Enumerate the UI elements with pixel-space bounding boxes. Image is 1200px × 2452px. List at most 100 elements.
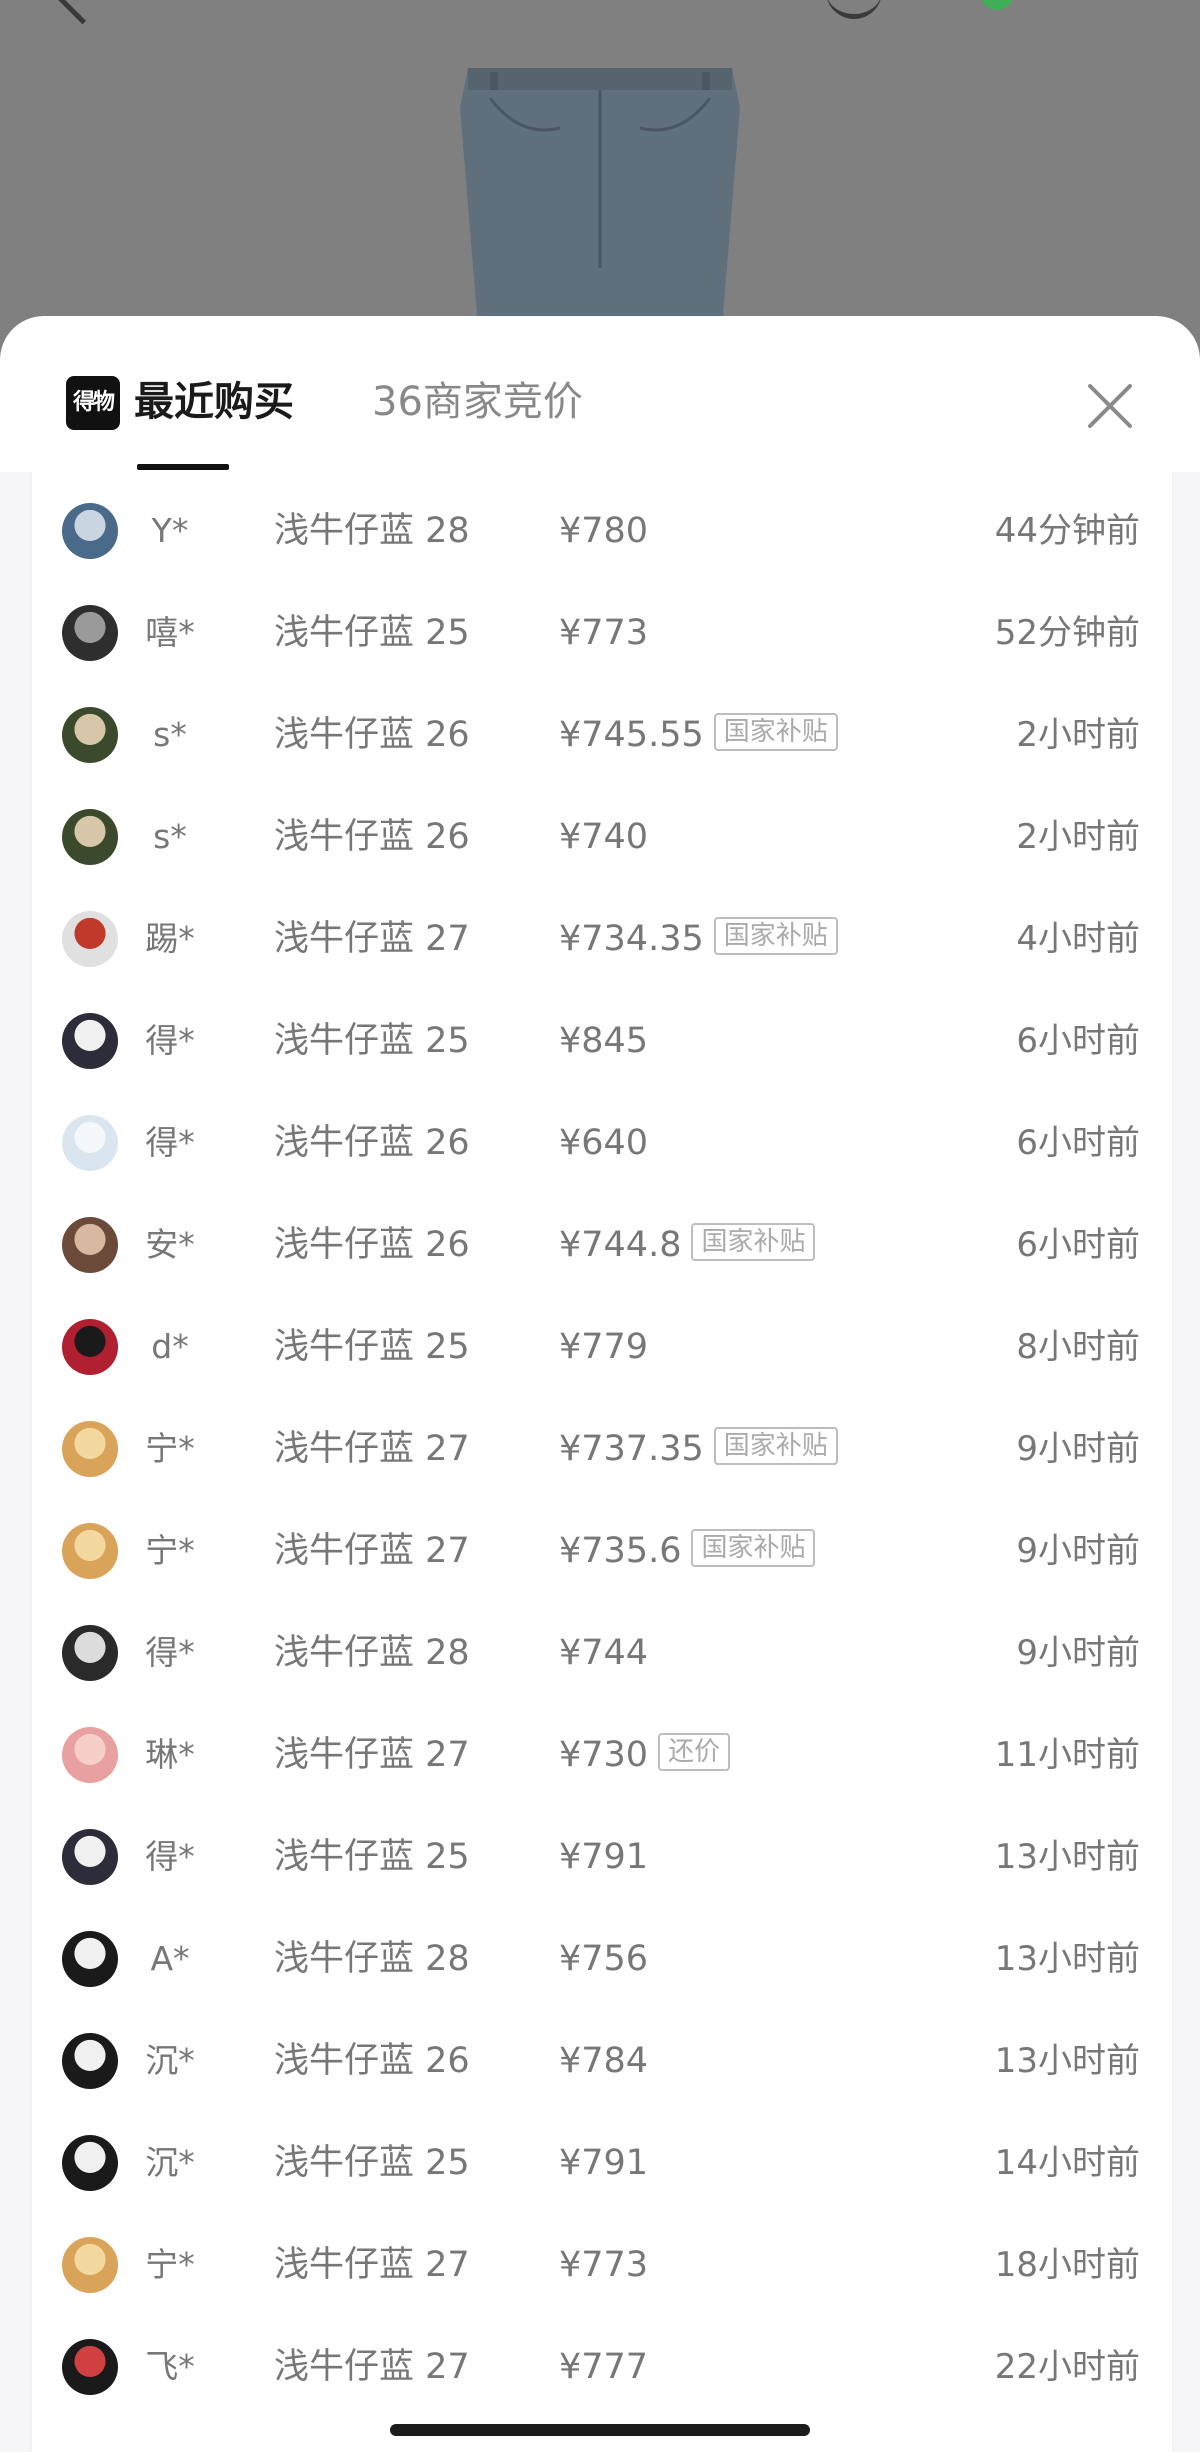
purchase-row[interactable]: 宁* 浅牛仔蓝 27 ¥735.6 国家补贴 9小时前 — [32, 1500, 1172, 1602]
price-value: ¥773 — [559, 613, 649, 653]
product-image-backdrop — [0, 0, 1200, 360]
dewu-logo-icon: 得物 — [66, 376, 120, 430]
price-value: ¥744 — [559, 1633, 649, 1673]
avatar[interactable] — [62, 2237, 118, 2293]
purchase-row[interactable]: 宁* 浅牛仔蓝 27 ¥737.35 国家补贴 9小时前 — [32, 1398, 1172, 1500]
avatar[interactable] — [62, 809, 118, 865]
buyer-name: s* — [153, 817, 187, 856]
size-spec: 浅牛仔蓝 25 — [274, 613, 470, 653]
purchase-row[interactable]: 得* 浅牛仔蓝 25 ¥791 13小时前 — [32, 1806, 1172, 1908]
jeans-product-image — [460, 68, 740, 328]
purchase-list[interactable]: Y* 浅牛仔蓝 28 ¥780 44分钟前 嘻* 浅牛仔蓝 25 ¥773 52分钟前 s* 浅牛… — [30, 472, 1174, 2452]
purchase-row[interactable]: 沉* 浅牛仔蓝 26 ¥784 13小时前 — [32, 2010, 1172, 2112]
avatar[interactable] — [62, 605, 118, 661]
purchase-row[interactable]: s* 浅牛仔蓝 26 ¥745.55 国家补贴 2小时前 — [32, 684, 1172, 786]
avatar[interactable] — [62, 2339, 118, 2395]
service-icon[interactable] — [980, 0, 1014, 10]
purchase-time: 52分钟前 — [994, 613, 1140, 653]
purchase-row[interactable]: d* 浅牛仔蓝 25 ¥779 8小时前 — [32, 1296, 1172, 1398]
size-spec: 浅牛仔蓝 27 — [274, 2347, 470, 2387]
purchase-row[interactable]: A* 浅牛仔蓝 28 ¥756 13小时前 — [32, 1908, 1172, 2010]
price-cell: ¥845 — [559, 990, 648, 1092]
purchase-row[interactable]: s* 浅牛仔蓝 26 ¥740 2小时前 — [32, 786, 1172, 888]
price-cell: ¥791 — [559, 1806, 648, 1908]
price-value: ¥744.8 — [559, 1225, 682, 1265]
back-arrow-icon[interactable] — [50, 0, 115, 25]
avatar[interactable] — [62, 1115, 118, 1171]
purchase-row[interactable]: 琳* 浅牛仔蓝 27 ¥730 还价 11小时前 — [32, 1704, 1172, 1806]
tab-active-indicator — [137, 464, 229, 470]
avatar[interactable] — [62, 1013, 118, 1069]
avatar[interactable] — [62, 911, 118, 967]
avatar[interactable] — [62, 1625, 118, 1681]
price-cell: ¥734.35 国家补贴 — [559, 888, 838, 990]
purchase-time: 4小时前 — [1016, 919, 1140, 959]
avatar[interactable] — [62, 2135, 118, 2191]
tab-bar: 得物 最近购买 36商家竞价 — [0, 316, 1200, 474]
purchase-row[interactable]: 安* 浅牛仔蓝 26 ¥744.8 国家补贴 6小时前 — [32, 1194, 1172, 1296]
recent-purchases-sheet: 得物 最近购买 36商家竞价 Y* 浅牛仔蓝 28 ¥780 44分钟前 嘻* 浅牛仔蓝 … — [0, 316, 1200, 2452]
price-value: ¥780 — [559, 511, 649, 551]
size-spec: 浅牛仔蓝 27 — [274, 919, 470, 959]
price-cell: ¥784 — [559, 2010, 648, 2112]
price-cell: ¥737.35 国家补贴 — [559, 1398, 838, 1500]
home-indicator[interactable] — [390, 2424, 810, 2436]
price-value: ¥737.35 — [559, 1429, 704, 1469]
purchase-time: 13小时前 — [994, 1837, 1140, 1877]
price-cell: ¥773 — [559, 582, 648, 684]
avatar[interactable] — [62, 1319, 118, 1375]
tab-recent-purchases[interactable]: 最近购买 — [134, 374, 294, 430]
price-value: ¥777 — [559, 2347, 649, 2387]
avatar[interactable] — [62, 1421, 118, 1477]
price-tag-badge: 国家补贴 — [691, 1529, 816, 1567]
tab-merchant-bids[interactable]: 36商家竞价 — [372, 374, 583, 430]
buyer-name: s* — [153, 715, 187, 754]
price-value: ¥730 — [559, 1735, 649, 1775]
avatar[interactable] — [62, 2033, 118, 2089]
price-tag-badge: 国家补贴 — [713, 917, 838, 955]
purchase-time: 9小时前 — [1016, 1633, 1140, 1673]
price-cell: ¥745.55 国家补贴 — [559, 684, 838, 786]
purchase-row[interactable]: 沉* 浅牛仔蓝 25 ¥791 14小时前 — [32, 2112, 1172, 2214]
buyer-name: 宁* — [145, 1531, 195, 1570]
price-cell: ¥779 — [559, 1296, 648, 1398]
avatar[interactable] — [62, 1523, 118, 1579]
purchase-row[interactable]: 飞* 浅牛仔蓝 27 ¥777 22小时前 — [32, 2316, 1172, 2418]
avatar[interactable] — [62, 1829, 118, 1885]
purchase-row[interactable]: 得* 浅牛仔蓝 26 ¥640 6小时前 — [32, 1092, 1172, 1194]
avatar[interactable] — [62, 707, 118, 763]
buyer-name: 宁* — [145, 2245, 195, 2284]
purchase-row[interactable]: 踢* 浅牛仔蓝 27 ¥734.35 国家补贴 4小时前 — [32, 888, 1172, 990]
avatar[interactable] — [62, 503, 118, 559]
left-gutter — [0, 472, 30, 2452]
purchase-row[interactable]: 得* 浅牛仔蓝 25 ¥845 6小时前 — [32, 990, 1172, 1092]
close-icon[interactable] — [1080, 376, 1140, 436]
price-value: ¥734.35 — [559, 919, 704, 959]
purchase-row[interactable]: 得* 浅牛仔蓝 28 ¥744 9小时前 — [32, 1602, 1172, 1704]
cart-icon[interactable] — [826, 0, 882, 19]
price-cell: ¥735.6 国家补贴 — [559, 1500, 816, 1602]
buyer-name: 得* — [145, 1633, 195, 1672]
price-cell: ¥740 — [559, 786, 648, 888]
purchase-row[interactable]: 嘻* 浅牛仔蓝 25 ¥773 52分钟前 — [32, 582, 1172, 684]
purchase-row[interactable]: 宁* 浅牛仔蓝 27 ¥773 18小时前 — [32, 2214, 1172, 2316]
buyer-name: 沉* — [145, 2143, 195, 2182]
purchase-row[interactable]: Y* 浅牛仔蓝 28 ¥780 44分钟前 — [32, 480, 1172, 582]
size-spec: 浅牛仔蓝 26 — [274, 1225, 470, 1265]
avatar[interactable] — [62, 1931, 118, 1987]
size-spec: 浅牛仔蓝 26 — [274, 715, 470, 755]
buyer-name: 安* — [145, 1225, 195, 1264]
avatar[interactable] — [62, 1727, 118, 1783]
buyer-name: 沉* — [145, 2041, 195, 2080]
size-spec: 浅牛仔蓝 27 — [274, 2245, 470, 2285]
price-value: ¥640 — [559, 1123, 649, 1163]
price-value: ¥779 — [559, 1327, 649, 1367]
purchase-time: 2小时前 — [1016, 715, 1140, 755]
price-value: ¥791 — [559, 1837, 649, 1877]
size-spec: 浅牛仔蓝 27 — [274, 1429, 470, 1469]
size-spec: 浅牛仔蓝 27 — [274, 1531, 470, 1571]
purchase-time: 11小时前 — [994, 1735, 1140, 1775]
avatar[interactable] — [62, 1217, 118, 1273]
size-spec: 浅牛仔蓝 25 — [274, 1021, 470, 1061]
price-cell: ¥744 — [559, 1602, 648, 1704]
